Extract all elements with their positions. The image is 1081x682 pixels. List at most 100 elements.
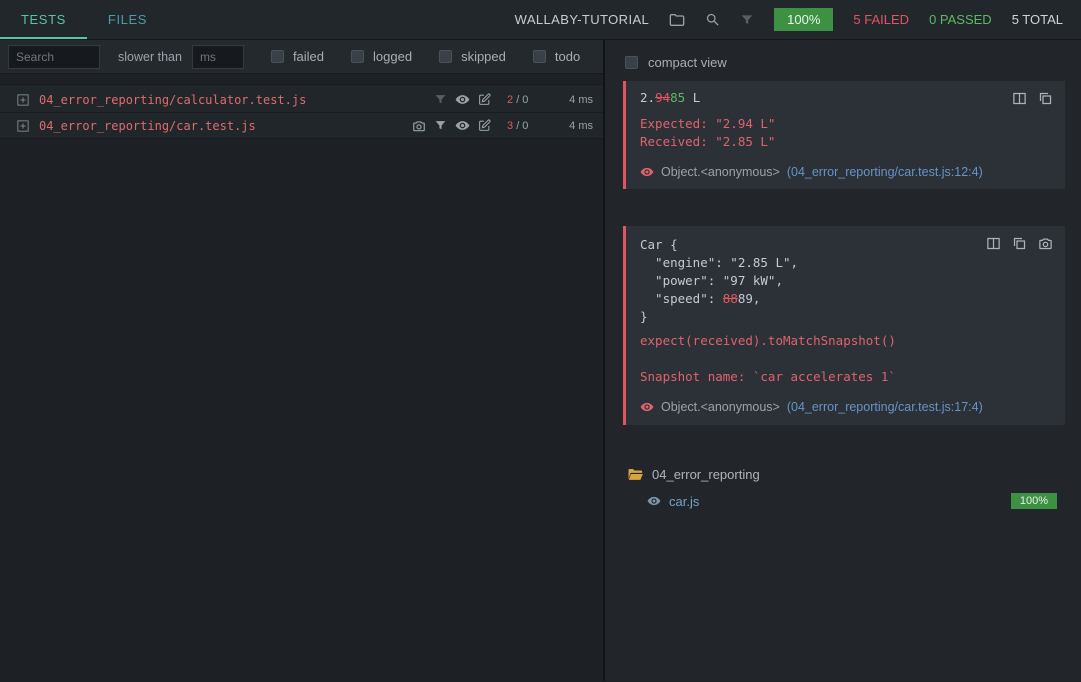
eye-icon[interactable] — [647, 494, 661, 508]
project-name: WALLABY-TUTORIAL — [515, 12, 650, 27]
failed-checkbox-label: failed — [293, 49, 324, 64]
coverage-tree: 04_error_reporting car.js 100% — [623, 462, 1065, 515]
snapshot-name-line: Snapshot name: `car accelerates 1` — [640, 368, 1051, 386]
code-line: "power": "97 kW", — [640, 272, 1051, 290]
expect-line: expect(received).toMatchSnapshot() — [640, 332, 1051, 350]
stack-frame: Object.<anonymous> — [661, 163, 780, 181]
tab-tests-label: TESTS — [21, 12, 66, 27]
stack-file-link[interactable]: (04_error_reporting/car.test.js:12:4) — [787, 163, 983, 181]
logged-checkbox[interactable] — [351, 50, 364, 63]
expand-icon[interactable] — [17, 94, 29, 106]
split-view-icon[interactable] — [1012, 91, 1027, 106]
failed-count: 5 FAILED — [853, 12, 909, 27]
diff-added: 89 — [738, 291, 753, 306]
camera-icon[interactable] — [412, 119, 426, 133]
stack-file-link[interactable]: (04_error_reporting/car.test.js:17:4) — [787, 398, 983, 416]
compact-view-checkbox[interactable] — [625, 56, 638, 69]
test-row-calculator[interactable]: 04_error_reporting/calculator.test.js 2 … — [0, 87, 603, 113]
filter-icon[interactable] — [434, 119, 447, 132]
card-actions — [986, 236, 1053, 251]
row-actions — [412, 118, 491, 133]
top-bar: TESTS FILES WALLABY-TUTORIAL 100% 5 FAIL… — [0, 0, 1081, 40]
error-card-snapshot-value: 2.9485 L Expected: "2.94 L" Received: "2… — [623, 81, 1065, 189]
edit-icon[interactable] — [478, 119, 491, 132]
diff-post: L — [685, 90, 700, 105]
split-view-icon[interactable] — [986, 236, 1001, 251]
test-row-car[interactable]: 04_error_reporting/car.test.js 3 / — [0, 113, 603, 139]
tests-toolbar: slower than failed logged skipped todo — [0, 40, 603, 74]
expand-icon[interactable] — [17, 120, 29, 132]
copy-icon[interactable] — [1012, 236, 1027, 251]
coverage-badge: 100% — [774, 8, 833, 31]
error-card-snapshot-mismatch: Car { "engine": "2.85 L", "power": "97 k… — [623, 226, 1065, 425]
test-list: 04_error_reporting/calculator.test.js 2 … — [0, 86, 603, 139]
test-counts: 3 / 0 — [507, 120, 553, 132]
diff-line: 2.9485 L — [640, 89, 1051, 107]
code-line-diff: "speed": 8889, — [640, 290, 1051, 308]
diff-pre: "speed": — [640, 291, 723, 306]
search-icon[interactable] — [705, 12, 720, 27]
compact-view-row: compact view — [623, 40, 1065, 81]
tests-panel: slower than failed logged skipped todo — [0, 40, 605, 681]
stack-row: Object.<anonymous> (04_error_reporting/c… — [640, 163, 1051, 181]
tab-tests[interactable]: TESTS — [0, 0, 87, 39]
test-time: 4 ms — [553, 120, 593, 132]
expected-line: Expected: "2.94 L" — [640, 115, 1051, 133]
stack-row: Object.<anonymous> (04_error_reporting/c… — [640, 398, 1051, 416]
eye-icon[interactable] — [455, 118, 470, 133]
received-line: Received: "2.85 L" — [640, 133, 1051, 151]
skipped-checkbox[interactable] — [439, 50, 452, 63]
diff-added: 85 — [670, 90, 685, 105]
filter-logged[interactable]: logged — [351, 49, 412, 64]
failed-checkbox[interactable] — [271, 50, 284, 63]
skipped-checkbox-label: skipped — [461, 49, 506, 64]
rest-count: / 0 — [516, 94, 528, 106]
search-input[interactable] — [8, 45, 100, 69]
slower-than-label: slower than — [118, 50, 182, 64]
main-split: slower than failed logged skipped todo — [0, 40, 1081, 681]
rest-count: / 0 — [516, 120, 528, 132]
camera-icon[interactable] — [1038, 236, 1053, 251]
diff-removed: 88 — [723, 291, 738, 306]
card-actions — [1012, 91, 1053, 106]
coverage-folder-label: 04_error_reporting — [652, 467, 760, 482]
coverage-file-row[interactable]: car.js 100% — [623, 487, 1065, 515]
filter-failed[interactable]: failed — [271, 49, 324, 64]
coverage-file-badge: 100% — [1011, 493, 1057, 509]
eye-icon[interactable] — [640, 400, 654, 414]
copy-icon[interactable] — [1038, 91, 1053, 106]
filter-icon[interactable] — [740, 13, 754, 27]
logged-checkbox-label: logged — [373, 49, 412, 64]
coverage-folder-row[interactable]: 04_error_reporting — [623, 462, 1065, 487]
edit-icon[interactable] — [478, 93, 491, 106]
diff-post: , — [753, 291, 761, 306]
folder-open-icon — [627, 468, 644, 482]
tab-files-label: FILES — [108, 12, 147, 27]
filter-skipped[interactable]: skipped — [439, 49, 506, 64]
todo-checkbox-label: todo — [555, 49, 580, 64]
details-panel: compact view 2.9485 L Expected: "2.94 L"… — [605, 40, 1081, 681]
coverage-file-label[interactable]: car.js — [669, 494, 699, 509]
tab-files[interactable]: FILES — [87, 0, 168, 39]
code-line: } — [640, 308, 1051, 326]
eye-icon[interactable] — [455, 92, 470, 107]
diff-pre: 2. — [640, 90, 655, 105]
eye-icon[interactable] — [640, 165, 654, 179]
filter-icon[interactable] — [434, 93, 447, 106]
ms-input[interactable] — [192, 45, 244, 69]
total-count: 5 TOTAL — [1012, 12, 1063, 27]
row-actions — [434, 92, 491, 107]
todo-checkbox[interactable] — [533, 50, 546, 63]
passed-count: 0 PASSED — [929, 12, 992, 27]
failed-count: 2 — [507, 94, 513, 106]
folder-icon[interactable] — [669, 13, 685, 27]
filter-todo[interactable]: todo — [533, 49, 580, 64]
diff-removed: 94 — [655, 90, 670, 105]
test-time: 4 ms — [553, 94, 593, 106]
stack-frame: Object.<anonymous> — [661, 398, 780, 416]
test-file-name[interactable]: 04_error_reporting/calculator.test.js — [39, 93, 306, 107]
test-file-name[interactable]: 04_error_reporting/car.test.js — [39, 119, 256, 133]
test-counts: 2 / 0 — [507, 94, 553, 106]
topbar-right: WALLABY-TUTORIAL 100% 5 FAILED 0 PASSED … — [515, 0, 1081, 39]
failed-count: 3 — [507, 120, 513, 132]
